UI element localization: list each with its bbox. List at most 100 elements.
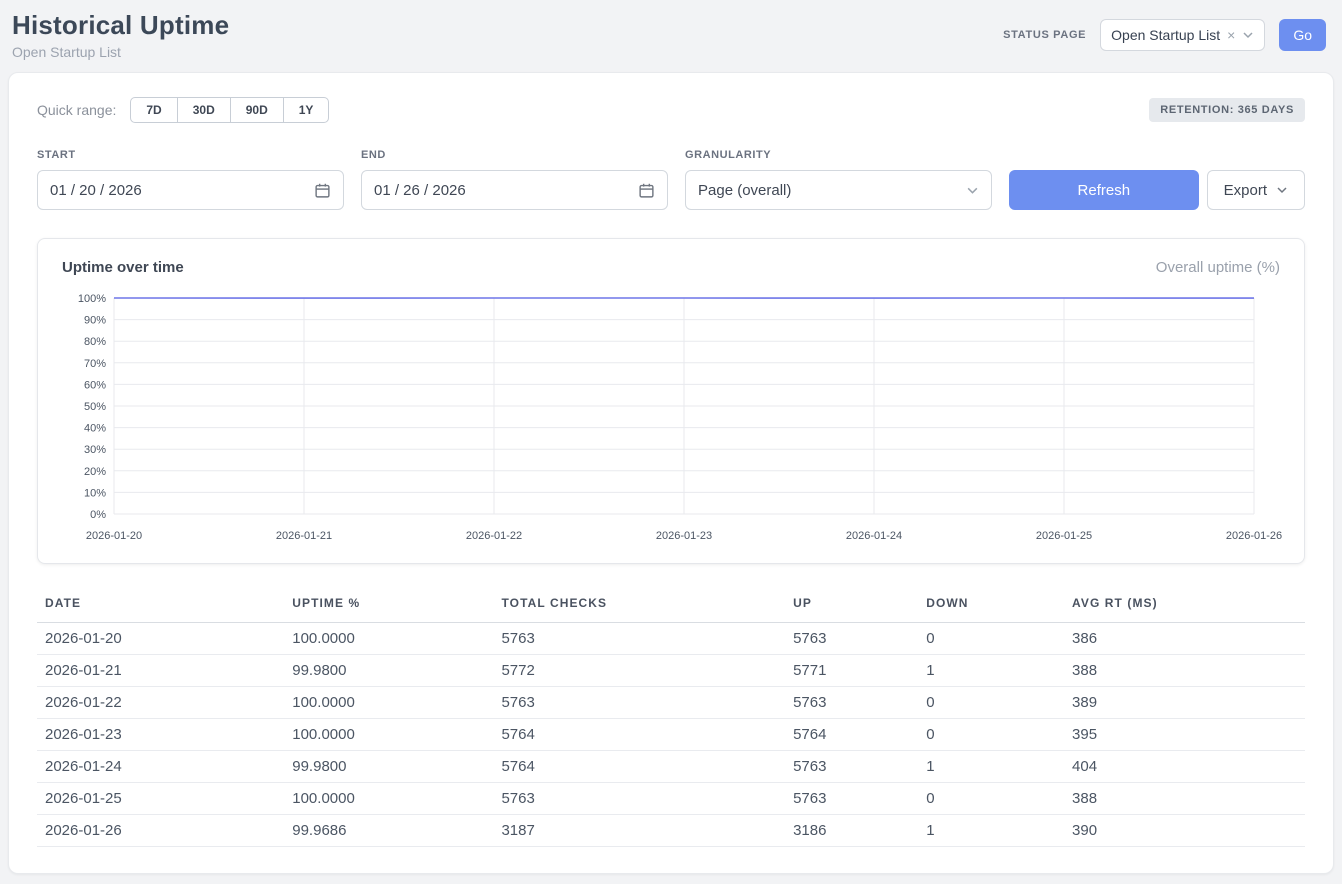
table-cell: 100.0000 <box>284 719 493 751</box>
calendar-icon[interactable] <box>314 182 331 199</box>
table-cell: 0 <box>918 623 1064 655</box>
svg-text:2026-01-21: 2026-01-21 <box>276 530 332 542</box>
page-title: Historical Uptime <box>12 10 229 41</box>
table-cell: 100.0000 <box>284 623 493 655</box>
table-cell: 3186 <box>785 815 918 847</box>
start-date-input[interactable]: 01 / 20 / 2026 <box>37 170 344 210</box>
svg-text:2026-01-22: 2026-01-22 <box>466 530 522 542</box>
start-date-label: START <box>37 149 344 161</box>
table-cell: 5764 <box>493 719 785 751</box>
filter-form: START 01 / 20 / 2026 END 01 / 26 / 2026 … <box>37 149 1305 210</box>
svg-text:70%: 70% <box>84 358 106 370</box>
table-cell: 1 <box>918 655 1064 687</box>
topbar: Historical Uptime Open Startup List STAT… <box>0 0 1342 72</box>
table-cell: 5763 <box>785 783 918 815</box>
svg-text:50%: 50% <box>84 401 106 413</box>
svg-text:2026-01-26: 2026-01-26 <box>1226 530 1282 542</box>
chart-title: Uptime over time <box>62 259 184 276</box>
quick-range-label: Quick range: <box>37 102 116 118</box>
column-header: TOTAL CHECKS <box>493 588 785 623</box>
svg-text:10%: 10% <box>84 487 106 499</box>
table-row: 2026-01-2699.9686318731861390 <box>37 815 1305 847</box>
clear-icon[interactable]: × <box>1227 28 1235 42</box>
quick-range-7d[interactable]: 7D <box>130 97 177 123</box>
svg-text:40%: 40% <box>84 423 106 435</box>
table-cell: 2026-01-26 <box>37 815 284 847</box>
main-card: Quick range: 7D 30D 90D 1Y RETENTION: 36… <box>8 72 1334 874</box>
table-cell: 0 <box>918 783 1064 815</box>
topbar-controls: STATUS PAGE Open Startup List × Go <box>1003 19 1326 51</box>
svg-text:2026-01-23: 2026-01-23 <box>656 530 712 542</box>
chart-legend: Overall uptime (%) <box>1156 259 1280 276</box>
column-header: UP <box>785 588 918 623</box>
uptime-chart: 0%10%20%30%40%50%60%70%80%90%100%2026-01… <box>62 286 1280 553</box>
table-cell: 99.9686 <box>284 815 493 847</box>
quick-range-row: Quick range: 7D 30D 90D 1Y RETENTION: 36… <box>37 97 1305 123</box>
table-cell: 100.0000 <box>284 783 493 815</box>
status-page-label: STATUS PAGE <box>1003 29 1086 41</box>
column-header: DATE <box>37 588 284 623</box>
go-button[interactable]: Go <box>1279 19 1326 51</box>
svg-text:2026-01-25: 2026-01-25 <box>1036 530 1092 542</box>
granularity-label: GRANULARITY <box>685 149 992 161</box>
table-cell: 2026-01-20 <box>37 623 284 655</box>
chevron-down-icon <box>1276 184 1288 196</box>
table-cell: 0 <box>918 687 1064 719</box>
chart-header: Uptime over time Overall uptime (%) <box>62 259 1280 276</box>
table-cell: 5763 <box>493 687 785 719</box>
table-cell: 5763 <box>785 687 918 719</box>
uptime-table: DATEUPTIME %TOTAL CHECKSUPDOWNAVG RT (MS… <box>37 588 1305 847</box>
svg-text:2026-01-20: 2026-01-20 <box>86 530 142 542</box>
export-button[interactable]: Export <box>1207 170 1305 210</box>
column-header: UPTIME % <box>284 588 493 623</box>
table-cell: 99.9800 <box>284 751 493 783</box>
table-cell: 2026-01-24 <box>37 751 284 783</box>
calendar-icon[interactable] <box>638 182 655 199</box>
table-cell: 5763 <box>785 623 918 655</box>
svg-text:20%: 20% <box>84 466 106 478</box>
quick-range-1y[interactable]: 1Y <box>283 97 330 123</box>
table-row: 2026-01-25100.0000576357630388 <box>37 783 1305 815</box>
table-cell: 390 <box>1064 815 1305 847</box>
table-header-row: DATEUPTIME %TOTAL CHECKSUPDOWNAVG RT (MS… <box>37 588 1305 623</box>
table-cell: 2026-01-22 <box>37 687 284 719</box>
granularity-field: GRANULARITY Page (overall) <box>685 149 992 210</box>
table-cell: 99.9800 <box>284 655 493 687</box>
end-date-value: 01 / 26 / 2026 <box>374 182 466 199</box>
granularity-select[interactable]: Page (overall) <box>685 170 992 210</box>
table-cell: 404 <box>1064 751 1305 783</box>
table-cell: 2026-01-21 <box>37 655 284 687</box>
retention-badge: RETENTION: 365 DAYS <box>1149 98 1305 122</box>
quick-range-90d[interactable]: 90D <box>230 97 284 123</box>
uptime-line-chart: 0%10%20%30%40%50%60%70%80%90%100%2026-01… <box>62 286 1290 548</box>
table-cell: 3187 <box>493 815 785 847</box>
refresh-button[interactable]: Refresh <box>1009 170 1199 210</box>
table-row: 2026-01-2199.9800577257711388 <box>37 655 1305 687</box>
start-date-value: 01 / 20 / 2026 <box>50 182 142 199</box>
table-cell: 388 <box>1064 783 1305 815</box>
table-row: 2026-01-23100.0000576457640395 <box>37 719 1305 751</box>
status-page-select[interactable]: Open Startup List × <box>1100 19 1265 51</box>
table-cell: 5772 <box>493 655 785 687</box>
table-cell: 5763 <box>493 623 785 655</box>
table-row: 2026-01-2499.9800576457631404 <box>37 751 1305 783</box>
table-cell: 389 <box>1064 687 1305 719</box>
chevron-down-icon <box>1242 29 1254 41</box>
table-cell: 5764 <box>493 751 785 783</box>
svg-text:60%: 60% <box>84 379 106 391</box>
table-cell: 395 <box>1064 719 1305 751</box>
export-label: Export <box>1224 182 1267 199</box>
quick-range-30d[interactable]: 30D <box>177 97 231 123</box>
end-date-input[interactable]: 01 / 26 / 2026 <box>361 170 668 210</box>
table-cell: 388 <box>1064 655 1305 687</box>
end-date-label: END <box>361 149 668 161</box>
table-cell: 2026-01-25 <box>37 783 284 815</box>
table-row: 2026-01-20100.0000576357630386 <box>37 623 1305 655</box>
chart-card: Uptime over time Overall uptime (%) 0%10… <box>37 238 1305 564</box>
table-cell: 1 <box>918 751 1064 783</box>
table-cell: 5764 <box>785 719 918 751</box>
end-date-field: END 01 / 26 / 2026 <box>361 149 668 210</box>
status-page-value: Open Startup List <box>1111 27 1220 43</box>
page-subtitle: Open Startup List <box>12 44 229 60</box>
start-date-field: START 01 / 20 / 2026 <box>37 149 344 210</box>
